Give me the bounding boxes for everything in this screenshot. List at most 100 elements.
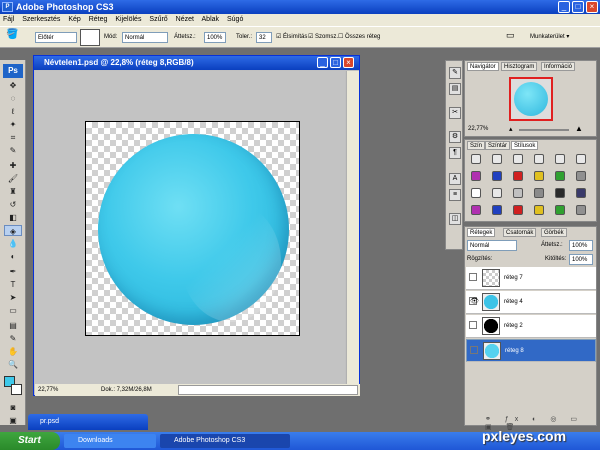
paint-bucket-icon[interactable]: 🪣: [6, 30, 18, 41]
quick-mask-icon[interactable]: ◙: [4, 402, 22, 413]
history-panel-icon[interactable]: ✂: [449, 107, 461, 119]
canvas[interactable]: [85, 121, 300, 336]
tab-styles[interactable]: Stílusok: [511, 141, 539, 150]
close-button[interactable]: ×: [586, 1, 598, 13]
tab-swatches[interactable]: Színtár: [485, 141, 511, 150]
style-swatch[interactable]: [471, 188, 481, 198]
menu-layer[interactable]: Réteg: [89, 16, 108, 23]
style-swatch[interactable]: [492, 205, 502, 215]
healing-brush-icon[interactable]: ✚: [4, 160, 22, 171]
fill-source-select[interactable]: Előtér: [35, 32, 77, 43]
magic-wand-icon[interactable]: ✦: [4, 119, 22, 130]
all-layers-checkbox[interactable]: ☐ Összes réteg: [338, 32, 380, 43]
antialias-checkbox[interactable]: ☑ Élsimítás: [276, 32, 307, 43]
layer-row[interactable]: 👁 réteg 4: [466, 291, 596, 314]
start-button[interactable]: Start: [0, 432, 60, 450]
mode-select[interactable]: Normál: [122, 32, 168, 43]
visibility-toggle[interactable]: [469, 321, 477, 329]
eyedropper-icon[interactable]: ✎: [4, 333, 22, 344]
taskbar-photoshop[interactable]: Adobe Photoshop CS3: [160, 434, 290, 448]
layer-opacity-input[interactable]: 100%: [569, 240, 593, 251]
style-swatch[interactable]: [513, 188, 523, 198]
style-swatch[interactable]: [534, 188, 544, 198]
tool-presets-icon[interactable]: ▤: [449, 83, 461, 95]
doc-minimize-button[interactable]: _: [317, 57, 328, 68]
pattern-swatch[interactable]: [80, 29, 100, 46]
clone-stamp-icon[interactable]: ♜: [4, 186, 22, 197]
workspace-button[interactable]: Munkaterület ▾: [530, 32, 569, 43]
style-swatch[interactable]: [492, 154, 502, 164]
slice-tool-icon[interactable]: ✎: [4, 145, 22, 156]
tab-info[interactable]: Információ: [541, 62, 576, 71]
style-swatch[interactable]: [513, 205, 523, 215]
tab-color[interactable]: Szín: [467, 141, 486, 150]
layer-row[interactable]: réteg 8: [466, 339, 596, 362]
menu-view[interactable]: Nézet: [176, 16, 194, 23]
zoom-slider[interactable]: [519, 129, 569, 131]
hand-tool-icon[interactable]: ✋: [4, 346, 22, 357]
style-swatch[interactable]: [534, 205, 544, 215]
marquee-tool-icon[interactable]: ◌: [4, 93, 22, 104]
style-swatch[interactable]: [471, 154, 481, 164]
menu-window[interactable]: Ablak: [202, 16, 220, 23]
horizontal-scrollbar[interactable]: [178, 385, 358, 395]
layer-comps-icon[interactable]: ≡: [449, 189, 461, 201]
tab-navigator[interactable]: Navigátor: [467, 62, 499, 71]
menu-file[interactable]: Fájl: [3, 16, 14, 23]
style-swatch[interactable]: [576, 205, 586, 215]
doc-close-button[interactable]: ×: [343, 57, 354, 68]
tab-layers[interactable]: Rétegek: [467, 228, 496, 237]
paint-bucket-tool-icon[interactable]: ◈: [4, 225, 22, 236]
style-swatch[interactable]: [555, 154, 565, 164]
character-panel-icon[interactable]: A: [449, 173, 461, 185]
palette-well-icon[interactable]: ▭: [506, 30, 515, 41]
menu-edit[interactable]: Szerkesztés: [22, 16, 60, 23]
layer-row[interactable]: réteg 2: [466, 315, 596, 338]
zoom-in-icon[interactable]: ▲: [575, 124, 583, 133]
style-swatch[interactable]: [576, 188, 586, 198]
menu-image[interactable]: Kép: [68, 16, 80, 23]
tab-channels[interactable]: Csatornák: [503, 228, 537, 237]
maximize-button[interactable]: □: [572, 1, 584, 13]
menu-help[interactable]: Súgó: [227, 16, 243, 23]
menu-select[interactable]: Kijelölés: [115, 16, 141, 23]
actions-panel-icon[interactable]: ⚙: [449, 131, 461, 143]
zoom-tool-icon[interactable]: 🔍: [4, 359, 22, 370]
fill-input[interactable]: 100%: [569, 254, 593, 265]
layer-row[interactable]: réteg 7: [466, 267, 596, 290]
blur-tool-icon[interactable]: 💧: [4, 238, 22, 249]
style-swatch[interactable]: [513, 171, 523, 181]
tab-histogram[interactable]: Hisztogram: [501, 62, 538, 71]
info-panel-icon[interactable]: ◫: [449, 213, 461, 225]
brush-tool-icon[interactable]: 🖌: [4, 173, 22, 184]
contiguous-checkbox[interactable]: ☑ Szomsz.: [308, 32, 338, 43]
navigator-thumbnail[interactable]: [509, 77, 553, 121]
eye-icon[interactable]: 👁: [469, 297, 479, 305]
lasso-tool-icon[interactable]: ℓ: [4, 106, 22, 117]
style-swatch[interactable]: [555, 205, 565, 215]
style-swatch[interactable]: [534, 171, 544, 181]
opacity-input[interactable]: 100%: [204, 32, 226, 43]
notes-tool-icon[interactable]: ▤: [4, 320, 22, 331]
style-swatch[interactable]: [555, 188, 565, 198]
move-tool-icon[interactable]: ✥: [4, 80, 22, 91]
zoom-out-icon[interactable]: ▴: [509, 125, 513, 133]
style-swatch[interactable]: [576, 171, 586, 181]
minimized-document[interactable]: pr.psd: [28, 414, 148, 430]
style-swatch[interactable]: [534, 154, 544, 164]
dodge-tool-icon[interactable]: ◐: [4, 251, 22, 262]
shape-tool-icon[interactable]: ▭: [4, 305, 22, 316]
blend-mode-select[interactable]: Normál: [467, 240, 517, 251]
tolerance-input[interactable]: 32: [256, 32, 272, 43]
style-swatch[interactable]: [492, 188, 502, 198]
style-swatch[interactable]: [492, 171, 502, 181]
crop-tool-icon[interactable]: ⌗: [4, 132, 22, 143]
navigator-zoom[interactable]: 22,77%: [468, 126, 488, 132]
style-swatch[interactable]: [471, 171, 481, 181]
zoom-readout[interactable]: 22,77%: [38, 384, 58, 396]
doc-maximize-button[interactable]: □: [330, 57, 341, 68]
visibility-toggle[interactable]: [470, 346, 478, 354]
minimize-button[interactable]: _: [558, 1, 570, 13]
eraser-tool-icon[interactable]: ◧: [4, 212, 22, 223]
screen-mode-icon[interactable]: ▣: [4, 415, 22, 426]
